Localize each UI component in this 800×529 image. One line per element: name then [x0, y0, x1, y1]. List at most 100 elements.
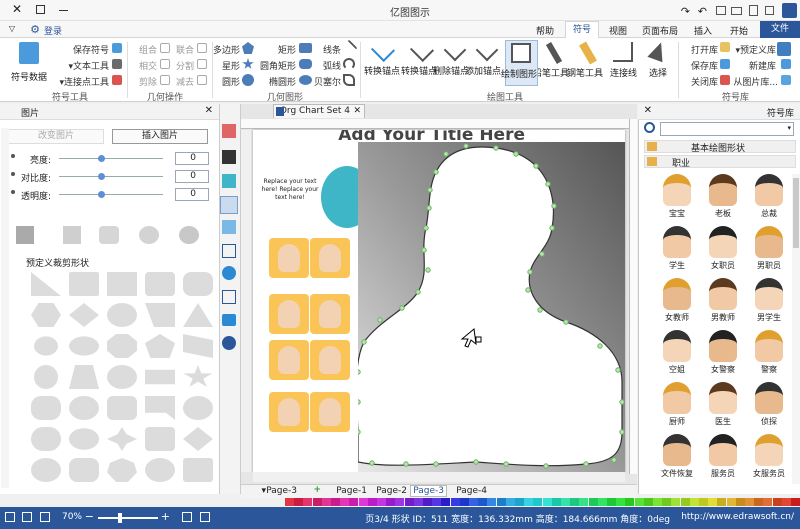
palette-swatch[interactable] [294, 498, 304, 506]
page-tab-current[interactable]: Page-3▾ [262, 486, 297, 496]
anchor-point[interactable] [503, 461, 509, 467]
crop-shape[interactable] [107, 396, 137, 420]
palette-swatch[interactable] [653, 498, 662, 506]
canvas-vscroll[interactable] [241, 130, 251, 472]
palette-swatch[interactable] [634, 498, 644, 506]
layers-icon[interactable] [222, 220, 236, 234]
palette-swatch[interactable] [423, 498, 432, 506]
palette-swatch[interactable] [597, 498, 607, 506]
select-tool[interactable]: 选择 [645, 39, 671, 86]
pen-tool[interactable]: 钢笔工具 [567, 41, 603, 86]
palette-swatch[interactable] [616, 498, 626, 506]
crop-shape[interactable] [145, 427, 175, 451]
bezier-shape-button[interactable]: 贝塞尔 [314, 75, 341, 88]
library-category-basic[interactable]: 基本绘图形状 [644, 140, 796, 154]
zoom-thumb[interactable] [118, 513, 122, 523]
crop-shape[interactable] [31, 334, 61, 358]
comment-icon[interactable] [222, 314, 236, 326]
slider-thumb[interactable] [98, 191, 105, 198]
anchor-point[interactable] [539, 251, 545, 257]
crop-shape[interactable] [183, 365, 213, 389]
convert-anchor-tool[interactable]: 转换锚点 [401, 37, 437, 77]
search-icon[interactable] [644, 122, 655, 133]
palette-swatch[interactable] [754, 498, 764, 506]
palette-swatch[interactable] [386, 498, 396, 506]
person-symbol[interactable]: 警察 [748, 328, 790, 378]
save-symbol-button[interactable]: 保存符号 [73, 43, 109, 56]
person-symbol[interactable]: 女教师 [656, 276, 698, 326]
org-box[interactable] [269, 294, 309, 334]
palette-swatch[interactable] [763, 498, 773, 506]
reset-icon[interactable] [11, 172, 15, 176]
palette-swatch[interactable] [772, 498, 782, 506]
crop-shape[interactable] [145, 365, 175, 389]
palette-swatch[interactable] [689, 498, 699, 506]
palette-swatch[interactable] [321, 498, 331, 506]
palette-swatch[interactable] [708, 498, 718, 506]
org-box[interactable] [269, 340, 309, 380]
anchor-point[interactable] [377, 317, 383, 323]
anchor-point[interactable] [355, 369, 361, 375]
polygon-shape-button[interactable]: 多边形 [213, 43, 240, 56]
anchor-point[interactable] [473, 459, 479, 465]
palette-swatch[interactable] [469, 498, 478, 506]
slider-track[interactable] [59, 155, 163, 162]
palette-swatch[interactable] [561, 498, 570, 506]
qat-new-icon[interactable] [749, 5, 758, 16]
anchor-point[interactable] [463, 143, 469, 149]
org-box[interactable] [310, 340, 350, 380]
circle-shape-button[interactable]: 圆形 [222, 75, 240, 88]
maximize-icon[interactable] [36, 5, 45, 14]
slider-thumb[interactable] [98, 155, 105, 162]
selected-picture[interactable] [355, 142, 625, 472]
palette-swatch[interactable] [505, 498, 515, 506]
palette-swatch[interactable] [377, 498, 386, 506]
close-icon[interactable]: ✕ [12, 2, 22, 16]
palette-swatch[interactable] [515, 498, 524, 506]
page-tab-2[interactable]: Page-2 [376, 486, 407, 496]
delete-anchor-tool[interactable]: 删除锚点 [433, 38, 469, 77]
person-symbol[interactable]: 厨师 [656, 380, 698, 430]
crop-shape[interactable] [145, 458, 175, 482]
palette-swatch[interactable] [487, 498, 497, 506]
person-symbol[interactable]: 男学生 [748, 276, 790, 326]
palette-swatch[interactable] [662, 498, 672, 506]
person-symbol[interactable]: 空姐 [656, 328, 698, 378]
person-symbol[interactable]: 宝宝 [656, 172, 698, 222]
crop-shape[interactable] [107, 427, 137, 451]
qat-save-icon[interactable] [765, 6, 774, 15]
crop-shape[interactable] [183, 334, 213, 358]
add-page-button[interactable]: + [313, 485, 321, 495]
person-symbol[interactable]: 女服务员 [748, 432, 790, 482]
palette-swatch[interactable] [791, 498, 800, 506]
canvas-hscroll[interactable] [253, 472, 625, 482]
anchor-point[interactable] [545, 181, 551, 187]
anchor-point[interactable] [533, 163, 539, 169]
crop-shape[interactable] [69, 334, 99, 358]
rectangle-shape-button[interactable]: 矩形 [278, 43, 296, 56]
anchor-point[interactable] [421, 247, 427, 253]
text-tool-button[interactable]: 文本工具▾ [68, 59, 109, 72]
pencil-tool[interactable]: 铅笔工具 [533, 41, 569, 86]
intersect-button[interactable]: 相交 [139, 59, 157, 72]
anchor-point[interactable] [355, 429, 361, 435]
panel-close-icon[interactable]: ✕ [644, 105, 652, 116]
palette-swatch[interactable] [625, 498, 635, 506]
palette-swatch[interactable] [478, 498, 488, 506]
palette-swatch[interactable] [441, 498, 451, 506]
palette-swatch[interactable] [542, 498, 552, 506]
palette-swatch[interactable] [699, 498, 708, 506]
palette-swatch[interactable] [643, 498, 653, 506]
anchor-point[interactable] [403, 461, 409, 467]
crop-shape[interactable] [145, 303, 175, 327]
zoom-in-icon[interactable]: + [161, 510, 170, 523]
anchor-point[interactable] [537, 307, 543, 313]
tab-close-icon[interactable]: ✕ [353, 106, 361, 116]
minimize-icon[interactable] [59, 10, 68, 11]
anchor-point[interactable] [527, 269, 533, 275]
anchor-point[interactable] [425, 267, 431, 273]
library-close-button[interactable]: 关闭库 [691, 75, 718, 88]
library-predefined-button[interactable]: 预定义库▾ [735, 43, 776, 56]
palette-swatch[interactable] [671, 498, 681, 506]
crop-shape[interactable] [183, 303, 213, 327]
